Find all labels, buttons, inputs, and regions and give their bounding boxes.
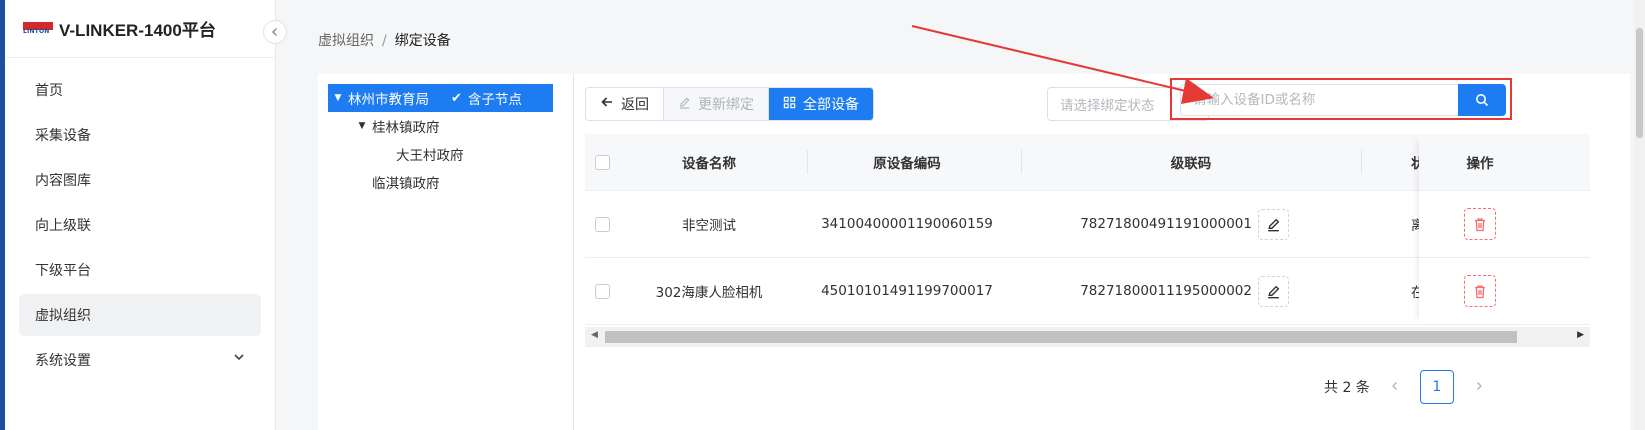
sidebar-item-content-gallery[interactable]: 内容图库 — [19, 159, 261, 201]
sidebar-item-home[interactable]: 首页 — [19, 69, 261, 111]
header-cascade-code: 级联码 — [1170, 156, 1212, 172]
back-button[interactable]: 返回 — [586, 88, 664, 120]
search-input[interactable] — [1180, 84, 1458, 116]
sidebar-item-capture-devices[interactable]: 采集设备 — [19, 114, 261, 156]
caret-down-icon[interactable]: ▼ — [352, 121, 372, 131]
cell-cascade-code: 78271800491191000001 — [1021, 191, 1361, 257]
header-device-name: 设备名称 — [682, 156, 736, 172]
table-horizontal-scrollbar[interactable]: ◀ ▶ — [585, 327, 1590, 347]
chevron-left-icon — [272, 28, 277, 36]
app-title: V-LINKER-1400平台 — [59, 21, 216, 40]
chevron-down-icon — [233, 351, 245, 366]
scroll-right-icon[interactable]: ▶ — [1577, 330, 1584, 340]
edit-cascade-code-button[interactable] — [1258, 208, 1289, 240]
tree-node-guilin[interactable]: ▼ 桂林镇政府 — [328, 112, 553, 140]
breadcrumb-parent[interactable]: 虚拟组织 — [318, 33, 374, 49]
brand-logo: LINTON — [23, 21, 53, 36]
cell-cascade-code: 78271800011195000002 — [1021, 258, 1361, 324]
fixed-column-shadow — [1419, 134, 1541, 324]
update-binding-button[interactable]: 更新绑定 — [664, 88, 769, 120]
all-devices-button[interactable]: 全部设备 — [769, 88, 873, 120]
caret-down-icon[interactable]: ▼ — [328, 93, 348, 103]
next-page-button[interactable] — [1464, 379, 1494, 395]
cell-device-name: 非空测试 — [682, 218, 736, 234]
sidebar-item-subordinate-platform[interactable]: 下级平台 — [19, 249, 261, 291]
search-button[interactable] — [1458, 84, 1506, 116]
grid-icon — [783, 96, 796, 113]
include-children-label: 含子节点 — [467, 92, 522, 108]
edit-icon — [1268, 218, 1280, 231]
sidebar-item-upward-cascade[interactable]: 向上级联 — [19, 204, 261, 246]
edit-icon — [1268, 285, 1280, 298]
header-original-code: 原设备编码 — [873, 156, 941, 172]
select-all-checkbox[interactable] — [593, 134, 611, 190]
breadcrumb: 虚拟组织 / 绑定设备 — [318, 30, 451, 50]
sidebar-collapse-button[interactable] — [263, 20, 287, 44]
scrollbar-thumb[interactable] — [605, 331, 1517, 343]
search-highlight-box — [1170, 78, 1512, 120]
breadcrumb-separator: / — [382, 33, 387, 49]
tree-node-root[interactable]: ▼ 林州市教育局 ✔ 含子节点 — [328, 84, 553, 112]
tree-node-dawang[interactable]: 大王村政府 — [328, 140, 553, 168]
edit-cascade-code-button[interactable] — [1258, 275, 1289, 307]
row-checkbox[interactable] — [593, 258, 611, 324]
arrow-left-icon — [600, 95, 614, 113]
cell-original-code: 34100400001190060159 — [821, 216, 993, 232]
logo-row: LINTON V-LINKER-1400平台 — [5, 0, 275, 58]
content-panel: ▼ 林州市教育局 ✔ 含子节点 ▼ 桂林镇政府 大王村政府 临淇镇政府 返回 更… — [318, 74, 1630, 430]
cell-original-code: 45010101491199700017 — [821, 283, 993, 299]
page-number-button[interactable]: 1 — [1419, 370, 1454, 404]
edit-icon — [678, 96, 691, 113]
page-vertical-scrollbar[interactable] — [1634, 0, 1645, 430]
prev-page-button[interactable] — [1380, 379, 1410, 395]
device-table: 设备名称 原设备编码 级联码 状态 操作 非空测试 34100400001190… — [585, 134, 1590, 329]
row-checkbox[interactable] — [593, 191, 611, 257]
scroll-left-icon[interactable]: ◀ — [591, 330, 598, 340]
total-count: 共 2 条 — [1324, 380, 1370, 396]
sidebar: LINTON V-LINKER-1400平台 首页 采集设备 内容图库 向上级联… — [0, 0, 276, 430]
scrollbar-thumb[interactable] — [1636, 28, 1643, 138]
chevron-right-icon — [1476, 382, 1482, 390]
toolbar-button-group: 返回 更新绑定 全部设备 — [585, 87, 874, 121]
chevron-left-icon — [1391, 382, 1397, 390]
tree-divider — [573, 74, 574, 430]
pagination: 共 2 条 1 — [1324, 370, 1494, 404]
breadcrumb-current: 绑定设备 — [394, 33, 451, 49]
sidebar-item-system-settings[interactable]: 系统设置 — [19, 339, 261, 381]
search-icon — [1476, 94, 1489, 107]
sidebar-item-virtual-org[interactable]: 虚拟组织 — [19, 294, 261, 336]
cell-device-name: 302海康人脸相机 — [655, 285, 763, 301]
check-icon: ✔ — [451, 90, 462, 106]
org-tree: ▼ 林州市教育局 ✔ 含子节点 ▼ 桂林镇政府 大王村政府 临淇镇政府 — [328, 84, 553, 196]
tree-node-linqi[interactable]: 临淇镇政府 — [328, 168, 553, 196]
